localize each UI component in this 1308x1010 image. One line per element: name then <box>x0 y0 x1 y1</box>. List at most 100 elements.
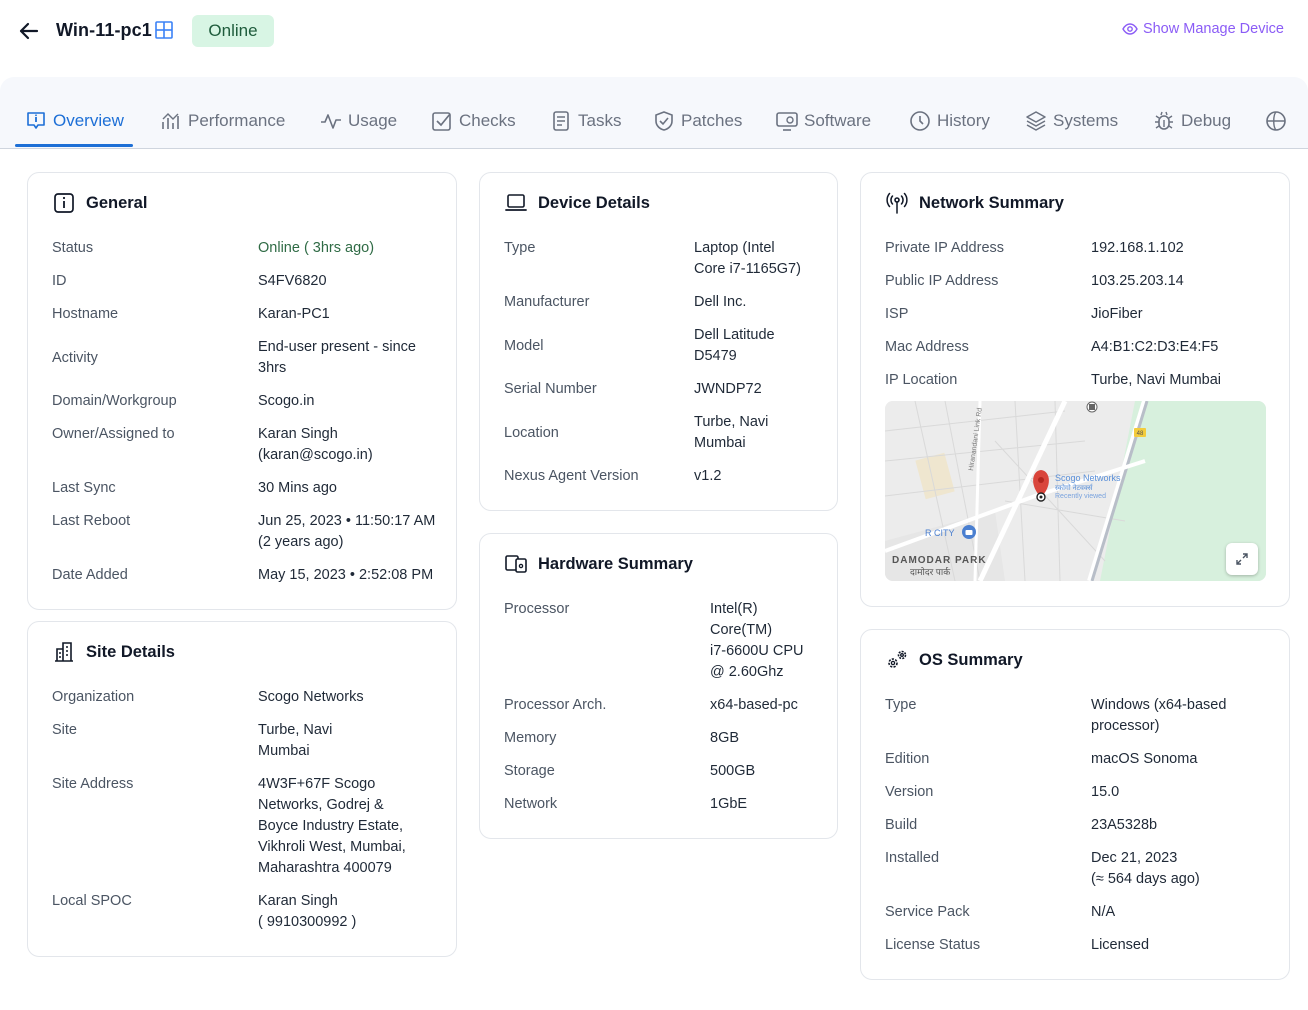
network-summary-card: Network Summary Private IP Address 192.1… <box>860 172 1290 607</box>
manufacturer-label: Manufacturer <box>504 294 590 310</box>
network-value: 1GbE <box>710 796 748 812</box>
tab-label: Overview <box>53 111 124 130</box>
date-added-label: Date Added <box>52 567 128 583</box>
tab-checks[interactable]: Checks <box>431 107 516 147</box>
map-graphic: Hiranandani Link Rd 48 Scogo Networks स्… <box>885 401 1266 581</box>
id-value: S4FV6820 <box>258 273 327 289</box>
site-value-line2: Mumbai <box>258 743 310 759</box>
tab-history[interactable]: History <box>909 107 990 147</box>
organization-label: Organization <box>52 689 135 705</box>
mac-address-label: Mac Address <box>885 339 969 355</box>
isp-label: ISP <box>885 306 909 322</box>
last-reboot-value: Jun 25, 2023 • 11:50:17 AM <box>258 513 436 529</box>
processor-label: Processor <box>504 601 570 617</box>
devices-icon <box>505 555 527 573</box>
os-summary-card: OS Summary Type Windows (x64-based proce… <box>860 629 1290 980</box>
show-manage-device-link[interactable]: Show Manage Device <box>1122 21 1284 37</box>
ip-location-label: IP Location <box>885 372 958 388</box>
top-bar: Win-11-pc1 Online Show Manage Device <box>0 0 1308 76</box>
processor-value-line: Intel(R) <box>710 601 758 617</box>
owner-label: Owner/Assigned to <box>52 426 175 442</box>
antenna-icon <box>886 192 908 214</box>
globe-gear-icon <box>1266 111 1286 131</box>
agent-version-value: v1.2 <box>694 468 722 484</box>
local-spoc-label: Local SPOC <box>52 893 132 909</box>
owner-email: (karan@scogo.in) <box>258 447 373 463</box>
card-title: OS Summary <box>919 650 1023 669</box>
license-status-label: License Status <box>885 937 981 953</box>
os-type-value-line2: processor) <box>1091 718 1160 734</box>
tab-label: Software <box>804 111 872 130</box>
processor-value-line: @ 2.60Ghz <box>710 664 784 680</box>
map-highway-badge: 48 <box>1137 431 1144 437</box>
manage-link-label: Show Manage Device <box>1142 21 1284 37</box>
expand-map-button[interactable] <box>1226 543 1258 575</box>
version-value: 15.0 <box>1091 784 1120 800</box>
last-sync-value: 30 Mins ago <box>258 480 337 496</box>
mac-address-value: A4:B1:C2:D3:E4:F5 <box>1091 339 1219 355</box>
hardware-summary-card: Hardware Summary Processor Intel(R) Core… <box>479 533 838 839</box>
build-label: Build <box>885 817 918 833</box>
owner-value: Karan Singh <box>258 426 338 442</box>
memory-label: Memory <box>504 730 557 746</box>
edition-value: macOS Sonoma <box>1091 751 1198 767</box>
card-title: Device Details <box>538 193 650 212</box>
ip-location-value: Turbe, Navi Mumbai <box>1091 372 1222 388</box>
tab-tasks[interactable]: Tasks <box>550 107 621 147</box>
installed-relative: (≈ 564 days ago) <box>1091 871 1200 887</box>
bug-icon <box>1155 111 1173 130</box>
manufacturer-value: Dell Inc. <box>694 294 747 310</box>
site-address-label: Site Address <box>52 776 134 792</box>
tab-label: Debug <box>1181 111 1232 130</box>
last-reboot-relative: (2 years ago) <box>258 534 344 550</box>
public-ip-label: Public IP Address <box>885 273 999 289</box>
serial-number-label: Serial Number <box>504 381 597 397</box>
type-value: Laptop (Intel <box>694 240 775 256</box>
private-ip-label: Private IP Address <box>885 240 1005 256</box>
location-map[interactable]: Hiranandani Link Rd 48 Scogo Networks स्… <box>885 401 1266 581</box>
domain-value: Scogo.in <box>258 393 315 409</box>
site-label: Site <box>52 722 77 738</box>
tab-patches[interactable]: Patches <box>653 107 742 147</box>
edition-label: Edition <box>885 751 930 767</box>
tab-overview[interactable]: Overview <box>15 107 133 147</box>
tab-label: Systems <box>1053 111 1119 130</box>
map-place-label-local: स्कोगो नेटवर्क्स <box>1055 483 1093 492</box>
memory-value: 8GB <box>710 730 740 746</box>
processor-arch-label: Processor Arch. <box>504 697 607 713</box>
network-label: Network <box>504 796 558 812</box>
version-label: Version <box>885 784 934 800</box>
back-arrow-icon[interactable] <box>16 18 42 44</box>
info-chat-icon <box>27 112 45 129</box>
tab-bar: Overview Performance Usage Checks Tasks … <box>0 77 1308 149</box>
tab-more[interactable] <box>1265 107 1287 147</box>
tab-label: Tasks <box>578 111 622 130</box>
storage-label: Storage <box>504 763 555 779</box>
processor-value-line: i7-6600U CPU <box>710 643 804 659</box>
tab-software[interactable]: Software <box>776 107 871 147</box>
tab-performance[interactable]: Performance <box>160 107 285 147</box>
hostname-label: Hostname <box>52 306 119 322</box>
processor-value-line: Core(TM) <box>710 622 773 638</box>
storage-value: 500GB <box>710 763 756 779</box>
gears-icon <box>888 650 907 668</box>
public-ip-value: 103.25.203.14 <box>1091 273 1184 289</box>
status-badge: Online <box>192 15 274 47</box>
os-type-value: Windows (x64-based <box>1091 697 1227 713</box>
card-title: Network Summary <box>919 193 1064 212</box>
layers-icon <box>1026 111 1046 131</box>
installed-value: Dec 21, 2023 <box>1091 850 1178 866</box>
status-value: Online ( 3hrs ago) <box>258 240 375 256</box>
map-place-sublabel: Recently viewed <box>1055 493 1106 500</box>
tab-label: Checks <box>459 111 516 130</box>
license-status-value: Licensed <box>1091 937 1150 953</box>
last-sync-label: Last Sync <box>52 480 116 496</box>
model-label: Model <box>504 338 544 354</box>
tab-systems[interactable]: Systems <box>1025 107 1118 147</box>
map-place-label: Scogo Networks <box>1055 473 1121 483</box>
site-address-line: Boyce Industry Estate, <box>258 818 404 834</box>
performance-icon <box>162 113 179 129</box>
tab-label: Performance <box>188 111 286 130</box>
tab-usage[interactable]: Usage <box>320 107 397 147</box>
tab-debug[interactable]: Debug <box>1153 107 1231 147</box>
